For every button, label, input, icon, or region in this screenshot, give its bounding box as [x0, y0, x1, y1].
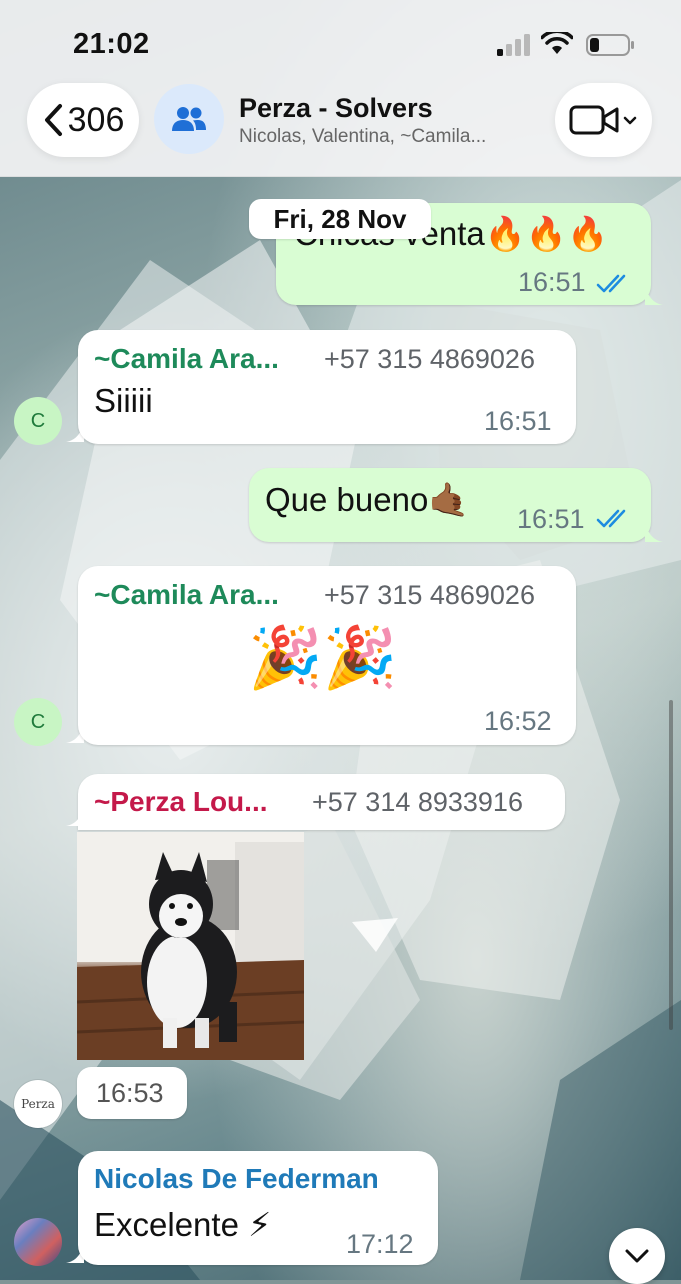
- scroll-to-bottom-button[interactable]: [609, 1228, 665, 1284]
- sender-name[interactable]: ~Camila Ara...: [94, 343, 279, 375]
- sender-name[interactable]: ~Perza Lou...: [94, 786, 268, 818]
- sender-phone: +57 315 4869026: [324, 344, 535, 374]
- date-separator: Fri, 28 Nov: [249, 199, 431, 239]
- group-members[interactable]: Nicolas, Valentina, ~Camila...: [239, 126, 486, 148]
- message-text: Que bueno🤙🏾: [265, 481, 470, 518]
- message-time: 16:51: [517, 504, 585, 534]
- avatar[interactable]: C: [14, 698, 62, 746]
- group-title[interactable]: Perza - Solvers: [239, 93, 433, 124]
- back-button[interactable]: 306: [27, 83, 139, 157]
- message-time: 16:51: [484, 406, 552, 436]
- incoming-message-bubble[interactable]: ~Camila Ara... +57 315 4869026 Siiiii 16…: [78, 330, 576, 444]
- bubble-tail: [66, 808, 84, 826]
- video-camera-icon: [569, 105, 636, 135]
- bubble-tail: [645, 287, 663, 305]
- chat-scrollbar[interactable]: [669, 700, 673, 1030]
- message-time: 16:51: [518, 267, 586, 297]
- chevron-left-icon: [44, 104, 62, 136]
- group-avatar[interactable]: [154, 84, 224, 154]
- sender-name[interactable]: ~Camila Ara...: [94, 579, 279, 611]
- message-time: 16:53: [96, 1078, 164, 1108]
- husky-dog-image: [77, 832, 304, 1060]
- gif-timestamp-bubble: 16:53: [77, 1067, 187, 1119]
- incoming-sender-header[interactable]: ~Perza Lou... +57 314 8933916: [78, 774, 565, 830]
- avatar[interactable]: C: [14, 397, 62, 445]
- status-time: 21:02: [73, 28, 150, 60]
- video-call-button[interactable]: [555, 83, 652, 157]
- message-time: 16:52: [484, 706, 552, 736]
- group-icon: [172, 107, 206, 131]
- read-receipt-icon: [596, 274, 626, 293]
- bubble-tail: [645, 524, 663, 542]
- sender-phone: +57 315 4869026: [324, 580, 535, 610]
- unread-count: 306: [67, 100, 125, 139]
- battery-icon: [586, 34, 634, 56]
- outgoing-message-bubble[interactable]: Que bueno🤙🏾 16:51: [249, 468, 651, 542]
- avatar[interactable]: Perza: [14, 1080, 62, 1128]
- gif-media[interactable]: [77, 832, 304, 1060]
- read-receipt-icon: [596, 509, 626, 528]
- message-time: 17:12: [346, 1229, 414, 1259]
- avatar-nicolas[interactable]: [14, 1218, 62, 1266]
- incoming-message-bubble[interactable]: Nicolas De Federman Excelente ⚡ 17:12: [78, 1151, 438, 1265]
- message-text: Siiiii: [94, 382, 153, 419]
- incoming-message-bubble[interactable]: ~Camila Ara... +57 315 4869026 🎉🎉 16:52: [78, 566, 576, 745]
- sender-name[interactable]: Nicolas De Federman: [94, 1163, 379, 1195]
- message-text: Excelente ⚡: [94, 1206, 272, 1243]
- wifi-icon: [541, 32, 573, 54]
- cellular-signal-icon: [497, 34, 530, 56]
- chevron-down-icon: [625, 1249, 649, 1263]
- message-emoji: 🎉🎉: [248, 624, 398, 691]
- sender-phone: +57 314 8933916: [312, 787, 523, 817]
- chat-header: 21:02 306 Perza - Solvers Nicolas, Valen…: [0, 0, 681, 177]
